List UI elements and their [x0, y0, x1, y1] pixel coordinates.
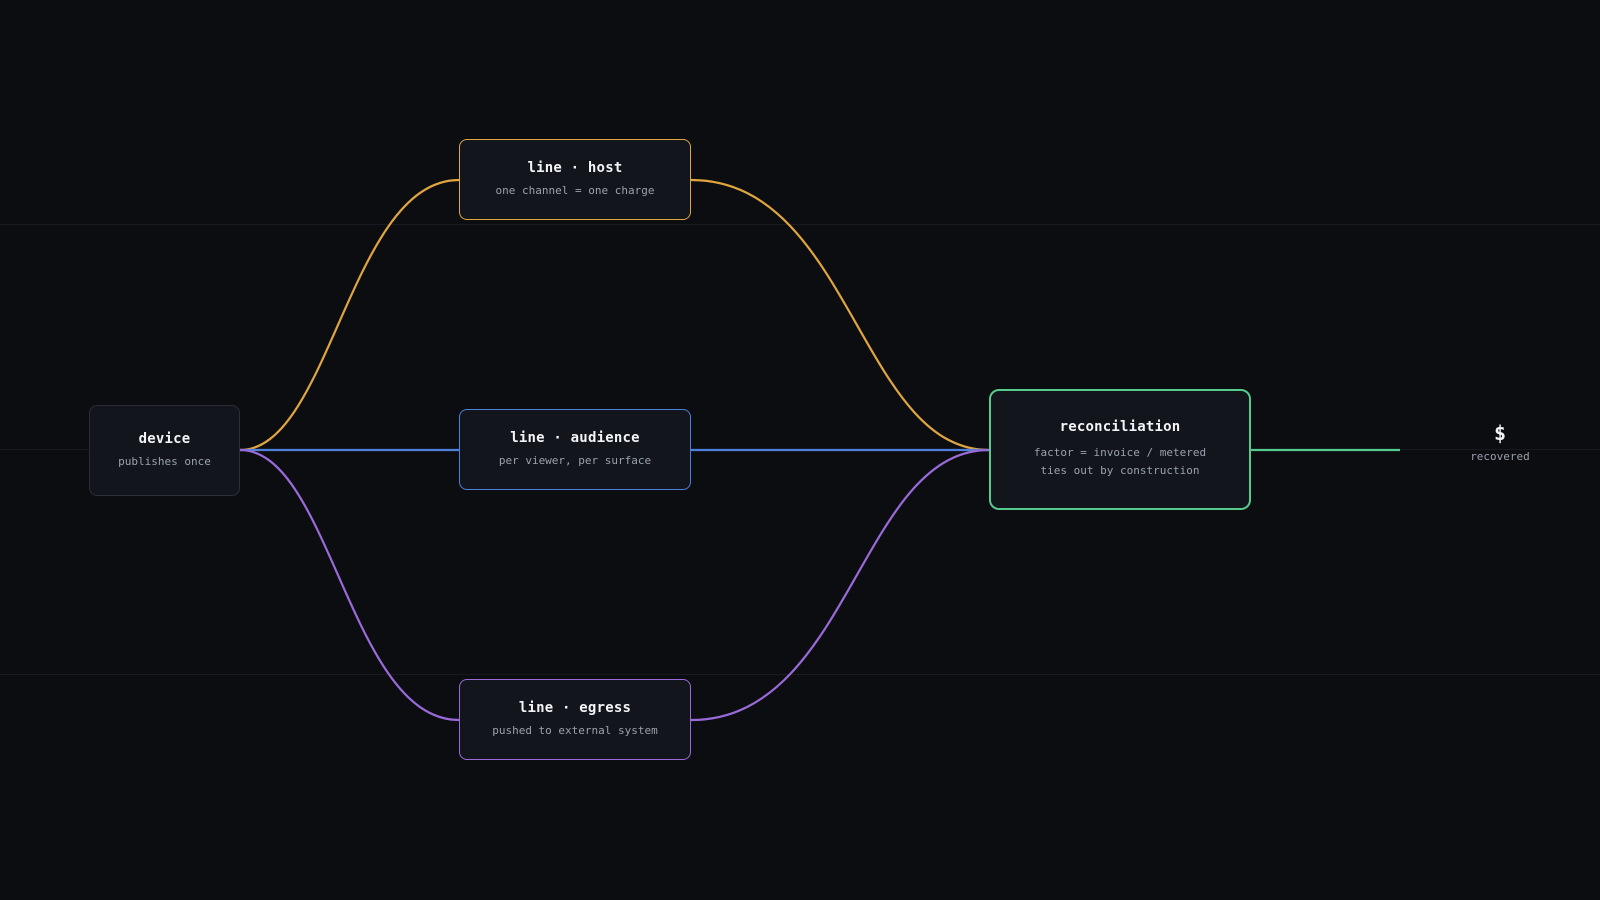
flow-diagram: device publishes once line · host one ch…: [0, 0, 1600, 900]
node-reconciliation-title: reconciliation: [1059, 419, 1181, 435]
node-line-audience-subtitle: per viewer, per surface: [498, 453, 652, 467]
edge-device-to-egress: [239, 448, 460, 722]
edge-device-to-host: [239, 178, 460, 452]
node-device-subtitle: publishes once: [118, 454, 211, 468]
node-reconciliation: reconciliation factor = invoice / metere…: [989, 389, 1251, 510]
node-line-host-title: line · host: [527, 159, 623, 176]
node-line-audience: line · audience per viewer, per surface: [459, 409, 691, 490]
node-reconciliation-formula: factor = invoice / metered: [1033, 446, 1207, 459]
edge-host-to-reconciliation: [690, 178, 990, 452]
edge-egress-to-reconciliation: [690, 448, 990, 722]
node-line-host-subtitle: one channel = one charge: [495, 183, 655, 197]
node-device: device publishes once: [89, 405, 240, 496]
node-line-host: line · host one channel = one charge: [459, 139, 691, 220]
node-line-egress-title: line · egress: [518, 699, 632, 716]
node-reconciliation-note: ties out by construction: [1040, 464, 1200, 477]
node-line-audience-title: line · audience: [510, 429, 640, 446]
node-device-title: device: [138, 430, 191, 447]
node-line-egress: line · egress pushed to external system: [459, 679, 691, 760]
node-line-egress-subtitle: pushed to external system: [492, 723, 658, 737]
recovered-label: recovered: [1470, 450, 1530, 463]
connector-layer: [239, 178, 1400, 722]
dollar-icon: $: [1493, 421, 1507, 445]
recovered-output: $ recovered: [1420, 420, 1580, 463]
